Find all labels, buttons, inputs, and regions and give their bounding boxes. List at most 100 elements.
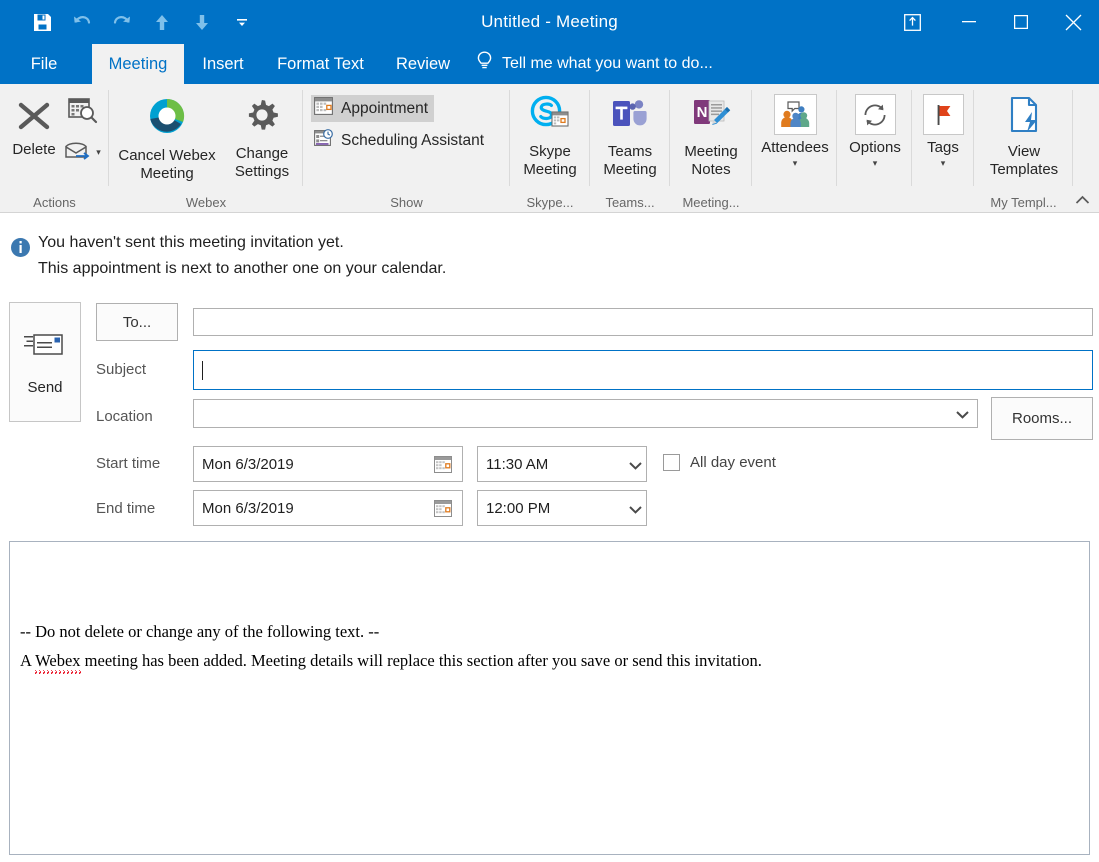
tab-insert[interactable]: Insert [192,44,254,84]
to-button[interactable]: To... [96,303,178,341]
collapse-ribbon-button[interactable] [1069,188,1095,212]
body-line-2-rest: meeting has been added. Meeting details … [80,651,762,670]
tab-meeting[interactable]: Meeting [92,44,184,84]
end-time-dropdown-arrow[interactable] [625,500,645,518]
to-field[interactable] [193,308,1093,336]
meeting-notes-label-line2: Notes [691,161,731,178]
maximize-button[interactable] [995,0,1047,44]
customize-quick-access-toolbar-icon[interactable] [222,4,262,40]
cancel-webex-meeting-label-line2: Meeting [140,165,194,182]
tags-button[interactable]: Tags ▾ [914,94,972,168]
attendees-people-icon [773,94,817,135]
gear-icon [241,94,283,141]
onenote-meeting-notes-icon: N [690,94,732,141]
delete-button[interactable]: Delete [5,96,63,159]
previous-item-icon[interactable] [142,4,182,40]
options-dropdown-arrow[interactable]: ▾ [873,159,878,168]
ribbon: Delete ▾ Actions Cancel Webex Meeting Ch… [0,84,1099,213]
next-item-icon[interactable] [182,4,222,40]
rooms-button[interactable]: Rooms... [991,397,1093,440]
view-templates-label-line2: Templates [989,161,1059,178]
save-icon[interactable] [22,4,62,40]
tab-review[interactable]: Review [387,44,459,84]
forward-button[interactable]: ▾ [58,96,106,163]
change-settings-button[interactable]: Change Settings [225,94,299,181]
appointment-calendar-icon [314,97,333,120]
info-bar-line-2: This appointment is next to another one … [38,260,447,277]
ribbon-tabs: File Meeting Insert Format Text Review T… [0,44,1099,84]
view-templates-label-line1: View [1007,143,1041,160]
body-line-2-prefix: A [20,651,36,670]
pin-ribbon-button[interactable] [881,0,943,44]
tags-label: Tags [927,139,959,156]
start-time-input[interactable]: 11:30 AM [477,446,647,482]
start-time-dropdown-arrow[interactable] [625,456,645,474]
webex-circle-icon [145,94,189,143]
minimize-button[interactable] [943,0,995,44]
show-scheduling-assistant-label: Scheduling Assistant [341,131,485,149]
subject-input[interactable] [193,350,1093,390]
ribbon-group-label-webex: Webex [185,195,227,210]
tell-me-label: Tell me what you want to do... [502,55,713,72]
attendees-button[interactable]: Attendees ▾ [754,94,836,168]
all-day-event-checkbox[interactable]: All day event [663,454,776,471]
start-time-label: Start time [96,455,161,472]
ribbon-group-actions: Delete ▾ Actions [0,84,109,213]
attendees-label: Attendees [761,139,829,156]
ribbon-group-options: Options ▾ [837,84,912,213]
tab-file[interactable]: File [18,44,70,84]
svg-text:N: N [697,104,708,121]
body-line-2-misspelled-word: Webex [35,651,81,670]
show-appointment-label: Appointment [341,99,429,117]
send-button[interactable]: Send [9,302,81,422]
teams-meeting-label-line2: Meeting [603,161,657,178]
teams-meeting-label-line1: Teams [607,143,653,160]
subject-label: Subject [96,361,147,378]
change-settings-label-line2: Settings [234,163,290,180]
scheduling-assistant-icon [314,129,333,152]
view-templates-button[interactable]: View Templates [978,94,1070,179]
info-icon [11,238,30,257]
forward-dropdown-arrow[interactable]: ▾ [96,148,101,157]
close-button[interactable] [1047,0,1099,44]
teams-meeting-button[interactable]: Teams Meeting [595,94,665,179]
cancel-webex-meeting-label-line1: Cancel Webex [118,147,216,164]
tell-me-search[interactable]: Tell me what you want to do... [476,44,713,84]
options-label: Options [849,139,901,156]
show-appointment-button[interactable]: Appointment [311,95,435,122]
text-cursor [202,360,203,380]
tags-dropdown-arrow[interactable]: ▾ [941,159,946,168]
end-date-calendar-icon[interactable] [434,500,452,517]
start-date-input[interactable]: Mon 6/3/2019 [193,446,463,482]
send-envelope-icon [23,328,67,365]
meeting-notes-label-line1: Meeting [684,143,738,160]
cancel-webex-meeting-button[interactable]: Cancel Webex Meeting [111,94,223,183]
options-button[interactable]: Options ▾ [839,94,911,168]
ribbon-group-tags: Tags ▾ [912,84,974,213]
start-date-calendar-icon[interactable] [434,456,452,473]
meeting-body-editor[interactable]: -- Do not delete or change any of the fo… [9,541,1090,855]
location-dropdown-arrow[interactable] [952,405,972,423]
redo-icon[interactable] [102,4,142,40]
change-settings-label-line1: Change [235,145,289,162]
end-time-input[interactable]: 12:00 PM [477,490,647,526]
end-time-label: End time [96,500,156,517]
tab-format-text[interactable]: Format Text [262,44,379,84]
attendees-dropdown-arrow[interactable]: ▾ [793,159,798,168]
ribbon-group-label-my-templates: My Templ... [990,195,1057,210]
lightbulb-icon [476,51,493,77]
ribbon-group-attendees: Attendees ▾ [752,84,837,213]
skype-meeting-label-line1: Skype [529,143,571,160]
meeting-notes-button[interactable]: N Meeting Notes [675,94,747,179]
undo-icon[interactable] [62,4,102,40]
show-scheduling-assistant-button[interactable]: Scheduling Assistant [311,127,490,154]
red-flag-icon [922,94,964,135]
location-input[interactable] [193,399,978,428]
send-button-label: Send [27,379,63,396]
end-date-input[interactable]: Mon 6/3/2019 [193,490,463,526]
all-day-event-checkbox-box[interactable] [663,454,680,471]
window-controls [881,0,1099,44]
all-day-event-label: All day event [690,454,776,471]
skype-meeting-button[interactable]: Skype Meeting [515,94,585,179]
ribbon-group-label-actions: Actions [33,195,76,210]
